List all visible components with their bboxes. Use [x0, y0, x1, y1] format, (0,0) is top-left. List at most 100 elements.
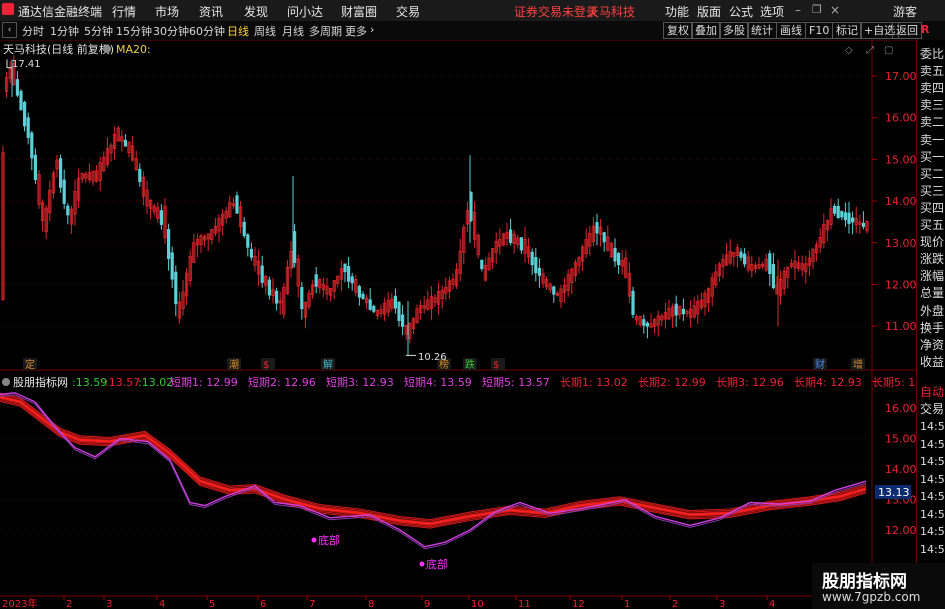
tool-return[interactable]: 返回 — [892, 22, 922, 39]
event-marker-label[interactable]: $ — [263, 360, 269, 371]
period-month[interactable]: 月线 — [282, 23, 304, 39]
menu-quote[interactable]: 行情 — [112, 3, 136, 20]
trade-field-label[interactable]: 交易 — [920, 400, 944, 417]
long-term-4: 长期4: 12.93 — [794, 376, 862, 389]
long-term-line — [0, 393, 867, 522]
low-label: 10.26 — [418, 352, 447, 363]
fullscreen-icon[interactable]: ▢ — [884, 45, 893, 56]
menu-wealth[interactable]: 财富圈 — [341, 3, 377, 20]
event-marker-label[interactable]: 潮 — [229, 358, 239, 371]
quote-field-label: 收益 — [920, 354, 945, 369]
indicator-settings-icon[interactable] — [2, 378, 10, 386]
chart-area[interactable]: 17.00 16.00 15.00 14.00 13.00 12.00 11.00 16.00… — [0, 40, 916, 609]
event-marker-label[interactable]: 跌 — [465, 358, 475, 371]
menu-function[interactable]: 功能 — [665, 3, 689, 20]
quote-field-label: 外盘 — [920, 303, 945, 318]
candle-body — [159, 210, 163, 225]
tool-adjust[interactable]: 复权 — [663, 22, 693, 39]
r-icon[interactable]: R — [921, 23, 929, 36]
restore-icon[interactable]: ❐ — [812, 3, 822, 16]
bottom-dot-2 — [419, 561, 425, 567]
candle-body — [552, 286, 556, 295]
candle-body — [292, 231, 297, 263]
stock-tab[interactable]: 天马科技 — [587, 3, 635, 20]
candle-body — [739, 251, 743, 258]
period-5min[interactable]: 5分钟 — [84, 23, 113, 39]
candle-body — [170, 252, 174, 280]
login-status[interactable]: 证券交易未登录 — [514, 3, 598, 20]
app-title: 通达信金融终端 — [18, 5, 103, 19]
long-term-line — [0, 396, 867, 526]
trade-time: 14:56 — [920, 437, 945, 451]
candle-body — [66, 205, 70, 216]
candle-body — [62, 179, 66, 204]
diamond-icon[interactable]: ◇ — [845, 45, 853, 56]
event-marker-label[interactable]: 定 — [25, 358, 35, 371]
period-1min[interactable]: 1分钟 — [50, 23, 79, 39]
indicator-value-2: :13.57 — [105, 376, 140, 389]
settings-icon[interactable] — [103, 45, 111, 53]
menu-ask[interactable]: 问小达 — [287, 3, 323, 20]
period-week[interactable]: 周线 — [254, 23, 276, 39]
event-marker-label[interactable]: $ — [493, 360, 499, 371]
candle-body — [642, 319, 646, 326]
menu-options[interactable]: 选项 — [760, 3, 784, 20]
tool-stats[interactable]: 统计 — [747, 22, 777, 39]
candle-body — [123, 139, 127, 147]
event-marker-label[interactable]: 解 — [323, 358, 333, 371]
close-icon[interactable]: × — [830, 3, 840, 17]
quote-field-label: 买四 — [920, 200, 945, 215]
menu-formula[interactable]: 公式 — [729, 3, 753, 20]
period-more[interactable]: 更多 — [345, 23, 367, 39]
candle-body — [346, 266, 351, 282]
period-60min[interactable]: 60分钟 — [189, 23, 225, 39]
x-month-label: 11 — [518, 599, 531, 609]
period-30min[interactable]: 30分钟 — [153, 23, 189, 39]
candle-body — [138, 168, 142, 183]
candle-body — [361, 293, 365, 299]
tool-multi[interactable]: 多股 — [719, 22, 749, 39]
menu-trade[interactable]: 交易 — [396, 3, 420, 20]
period-tick[interactable]: 分时 — [22, 23, 44, 39]
tool-overlay[interactable]: 叠加 — [691, 22, 721, 39]
x-month-label: 3 — [719, 599, 725, 609]
short-term-3: 短期3: 12.93 — [326, 375, 394, 389]
guest-label[interactable]: 游客 — [893, 3, 917, 20]
chevron-right-icon[interactable]: › — [370, 23, 374, 36]
candle-body — [771, 263, 776, 289]
back-icon[interactable]: ‹ — [2, 22, 17, 38]
long-term-5: 长期5: 12.90 — [872, 376, 916, 389]
long-term-line — [0, 395, 867, 524]
indicator-value-1: :13.59 — [72, 376, 107, 389]
indicator-ribbon — [0, 392, 867, 529]
expand-icon[interactable]: ⤢ — [866, 45, 874, 56]
event-marker-label[interactable]: 财 — [815, 358, 825, 371]
menu-discover[interactable]: 发现 — [244, 3, 268, 20]
price-tick: 12.00 — [885, 279, 916, 292]
chart-grid — [0, 40, 916, 609]
tool-f10[interactable]: F10 — [805, 22, 834, 39]
menu-layout[interactable]: 版面 — [697, 3, 721, 20]
menu-market[interactable]: 市场 — [155, 3, 179, 20]
event-marker-label[interactable]: 增 — [853, 358, 863, 371]
minimize-icon[interactable]: – — [795, 3, 801, 17]
trade-time: 14:56 — [920, 455, 945, 468]
indicator-value-3: :13.02 — [138, 376, 173, 389]
menu-news[interactable]: 资讯 — [199, 3, 223, 20]
price-tick: 14.00 — [885, 195, 916, 208]
short-term-4: 短期4: 13.59 — [404, 375, 472, 389]
price-tick: 15.00 — [885, 153, 916, 166]
period-day[interactable]: 日线 — [227, 23, 249, 39]
trade-field-label[interactable]: 自动 — [920, 383, 944, 400]
x-month-label: 8 — [368, 599, 374, 609]
period-multi[interactable]: 多周期 — [309, 23, 342, 39]
quote-field-label: 卖一 — [920, 132, 945, 147]
period-15min[interactable]: 15分钟 — [116, 23, 152, 39]
indicator-tick: 12.00 — [885, 524, 916, 537]
x-month-label: 9 — [424, 599, 430, 609]
candle-body — [166, 229, 171, 259]
watermark-title: 股朋指标网 — [822, 572, 907, 592]
tool-mark[interactable]: 标记 — [832, 22, 862, 39]
x-month-label: 3 — [106, 599, 112, 609]
tool-draw[interactable]: 画线 — [776, 22, 806, 39]
